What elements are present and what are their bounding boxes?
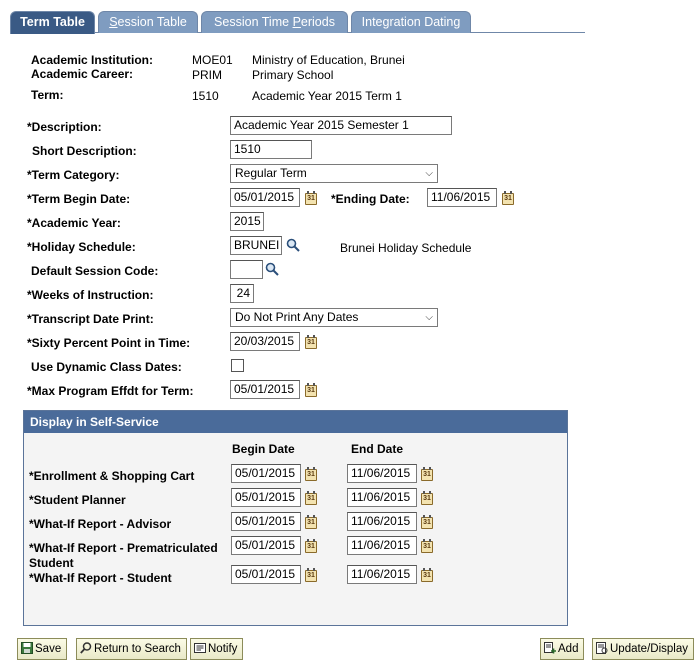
self-service-row-label: *Enrollment & Shopping Cart (29, 469, 195, 483)
description-input[interactable]: Academic Year 2015 Semester 1 (230, 116, 452, 135)
career-code: PRIM (192, 68, 222, 82)
academic-year-label: *Academic Year: (27, 216, 121, 230)
save-icon (21, 642, 33, 654)
self-service-begin-date-input[interactable]: 05/01/2015 (231, 488, 301, 507)
tab-term-table[interactable]: Term Table (10, 11, 95, 34)
search-icon (80, 642, 92, 654)
holiday-schedule-label: *Holiday Schedule: (27, 240, 136, 254)
self-service-begin-date-input[interactable]: 05/01/2015 (231, 565, 301, 584)
self-service-end-date-input[interactable]: 11/06/2015 (347, 536, 417, 555)
add-button[interactable]: Add (540, 638, 585, 660)
holiday-schedule-description: Brunei Holiday Schedule (340, 241, 472, 255)
add-icon (544, 642, 556, 654)
tab-session-time-periods[interactable]: Session Time Periods (201, 11, 348, 33)
self-service-end-date-input[interactable]: 11/06/2015 (347, 565, 417, 584)
calendar-icon[interactable]: 31 (305, 515, 317, 529)
chevron-down-icon: ⌵ (425, 168, 433, 179)
self-service-end-date-input[interactable]: 11/06/2015 (347, 488, 417, 507)
weeks-of-instruction-label: *Weeks of Instruction: (27, 288, 154, 302)
notify-button[interactable]: Notify (190, 638, 244, 660)
self-service-title: Display in Self-Service (24, 411, 567, 433)
begin-date-header: Begin Date (232, 442, 295, 456)
term-name: Academic Year 2015 Term 1 (252, 89, 402, 103)
notify-icon (194, 643, 206, 653)
self-service-begin-date-input[interactable]: 05/01/2015 (231, 464, 301, 483)
default-session-code-label: Default Session Code: (31, 264, 159, 278)
weeks-of-instruction-input[interactable]: 24 (230, 284, 254, 303)
dynamic-class-dates-label: Use Dynamic Class Dates: (31, 360, 182, 374)
calendar-icon[interactable]: 31 (305, 467, 317, 481)
update-display-button[interactable]: Update/Display (592, 638, 694, 660)
career-label: Academic Career: (31, 67, 134, 81)
dynamic-class-dates-checkbox[interactable] (231, 359, 244, 372)
term-code: 1510 (192, 89, 219, 103)
calendar-icon[interactable]: 31 (305, 539, 317, 553)
calendar-icon[interactable]: 31 (305, 568, 317, 582)
update-display-icon (596, 642, 608, 654)
return-to-search-button[interactable]: Return to Search (76, 638, 187, 660)
calendar-icon[interactable]: 31 (421, 539, 433, 553)
magnifier-icon[interactable] (286, 238, 300, 252)
term-begin-date-label: *Term Begin Date: (27, 192, 131, 206)
save-button[interactable]: Save (17, 638, 68, 660)
ending-date-input[interactable]: 11/06/2015 (427, 188, 497, 207)
calendar-icon[interactable]: 31 (421, 515, 433, 529)
calendar-icon[interactable]: 31 (305, 191, 317, 205)
calendar-icon[interactable]: 31 (502, 191, 514, 205)
description-label: *Description: (27, 120, 102, 134)
magnifier-icon[interactable] (265, 262, 279, 276)
self-service-begin-date-input[interactable]: 05/01/2015 (231, 512, 301, 531)
transcript-date-print-select[interactable]: Do Not Print Any Dates ⌵ (230, 308, 438, 327)
sixty-percent-label: *Sixty Percent Point in Time: (27, 336, 191, 350)
calendar-icon[interactable]: 31 (305, 335, 317, 349)
short-description-label: Short Description: (32, 144, 137, 158)
default-session-code-input[interactable] (230, 260, 263, 279)
tab-session-table[interactable]: Session Table (98, 11, 198, 33)
self-service-begin-date-input[interactable]: 05/01/2015 (231, 536, 301, 555)
calendar-icon[interactable]: 31 (305, 383, 317, 397)
term-category-label: *Term Category: (27, 168, 120, 182)
calendar-icon[interactable]: 31 (421, 467, 433, 481)
calendar-icon[interactable]: 31 (305, 491, 317, 505)
short-description-input[interactable]: 1510 (230, 140, 312, 159)
self-service-row-label: *What-If Report - Advisor (29, 517, 172, 531)
term-begin-date-input[interactable]: 05/01/2015 (230, 188, 300, 207)
self-service-end-date-input[interactable]: 11/06/2015 (347, 464, 417, 483)
self-service-end-date-input[interactable]: 11/06/2015 (347, 512, 417, 531)
transcript-date-print-label: *Transcript Date Print: (27, 312, 154, 326)
chevron-down-icon: ⌵ (425, 312, 433, 323)
tab-integration-dating[interactable]: Integration Dating (351, 11, 471, 33)
sixty-percent-input[interactable]: 20/03/2015 (230, 332, 300, 351)
ending-date-label: *Ending Date: (331, 192, 410, 206)
career-name: Primary School (252, 68, 334, 82)
self-service-row-label: *What-If Report - Prematriculated Studen… (29, 541, 218, 570)
max-program-effdt-label: *Max Program Effdt for Term: (27, 384, 194, 398)
max-program-effdt-input[interactable]: 05/01/2015 (230, 380, 300, 399)
academic-year-input[interactable]: 2015 (230, 212, 264, 231)
calendar-icon[interactable]: 31 (421, 491, 433, 505)
term-category-select[interactable]: Regular Term ⌵ (230, 164, 438, 183)
term-label: Term: (31, 88, 64, 102)
holiday-schedule-input[interactable]: BRUNEI (230, 236, 282, 255)
end-date-header: End Date (351, 442, 404, 456)
calendar-icon[interactable]: 31 (421, 568, 433, 582)
institution-code: MOE01 (192, 53, 233, 67)
institution-name: Ministry of Education, Brunei (252, 53, 405, 67)
self-service-row-label: *What-If Report - Student (29, 571, 172, 585)
self-service-row-label: *Student Planner (29, 493, 126, 507)
institution-label: Academic Institution: (31, 53, 154, 67)
